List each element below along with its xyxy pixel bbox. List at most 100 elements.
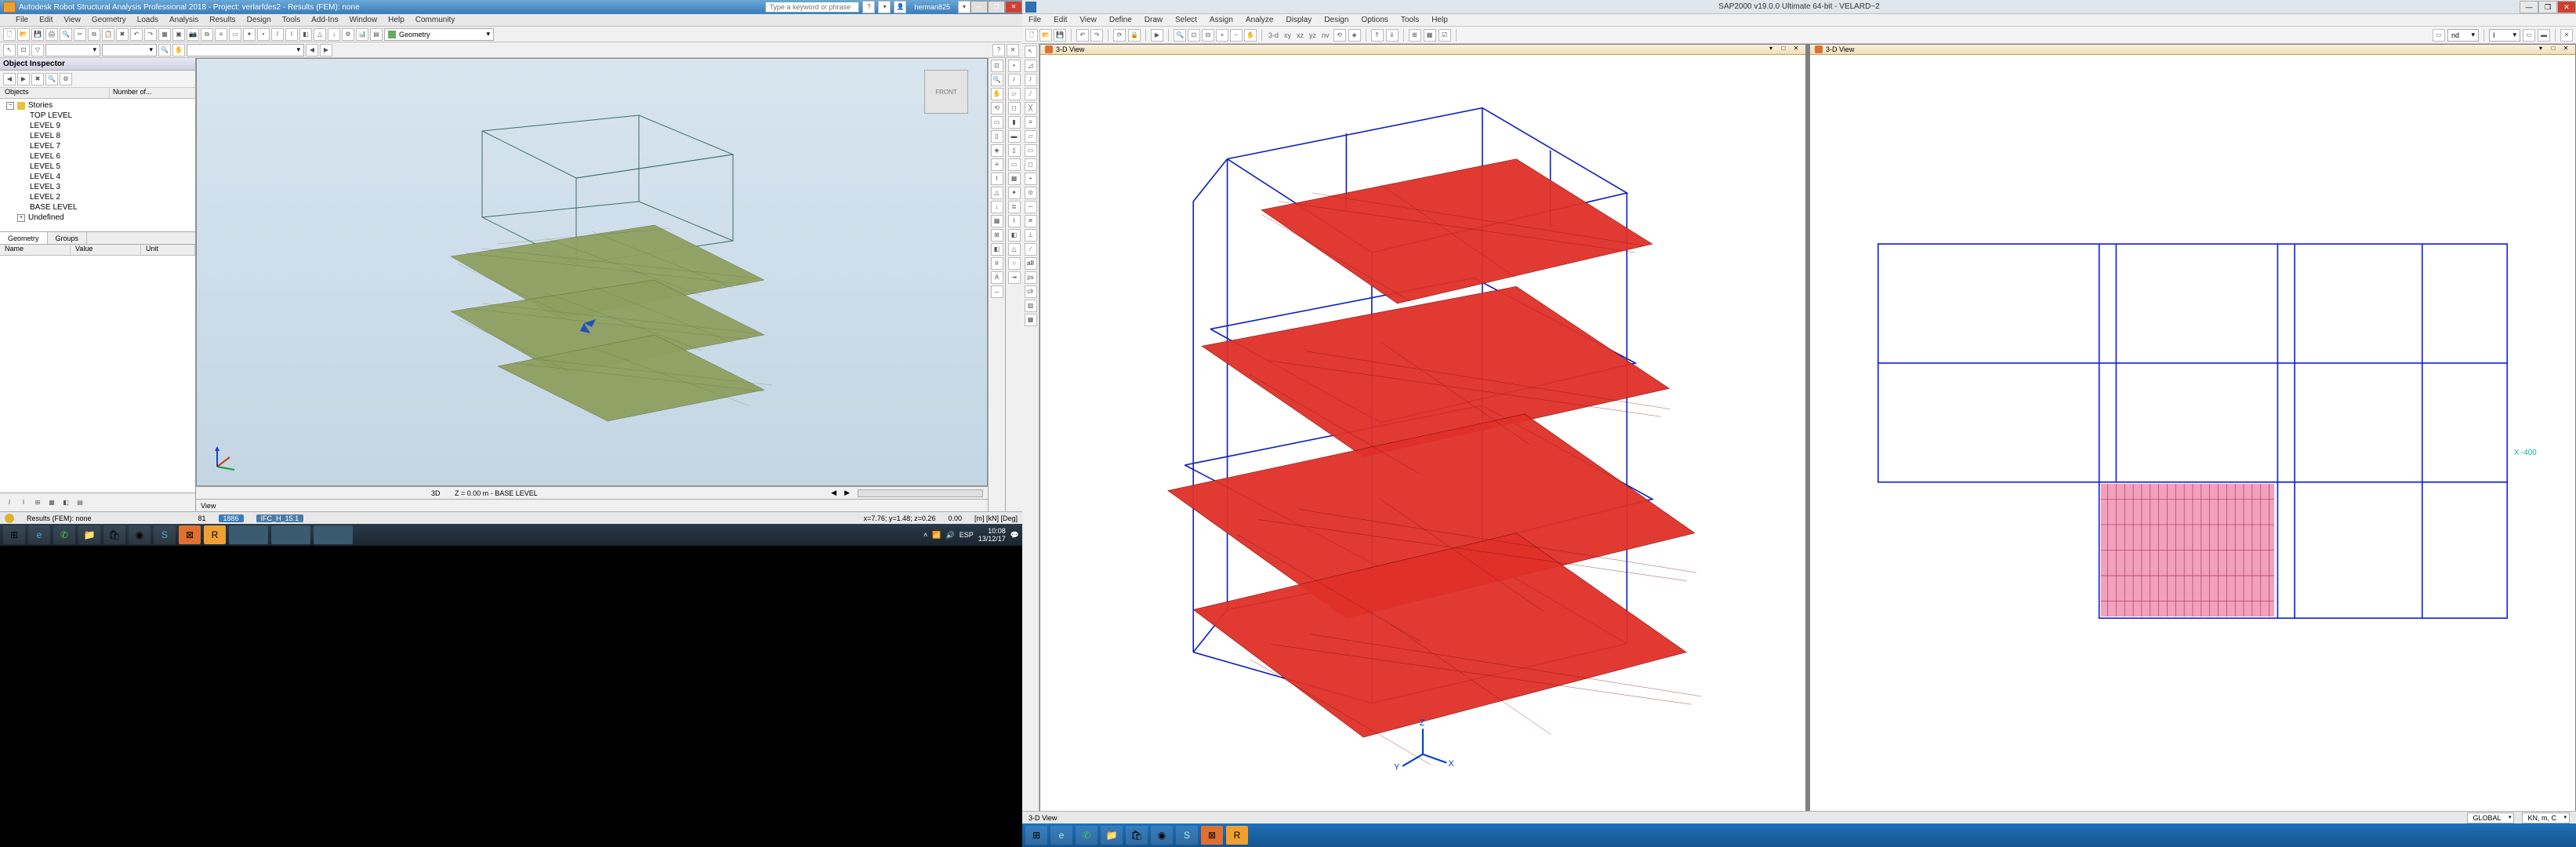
units-combo[interactable]: KN, m, C [2522, 812, 2570, 823]
rt2-node-icon[interactable]: • [1008, 60, 1021, 72]
tb-explorer-icon[interactable]: 📁 [1101, 826, 1123, 845]
search-input[interactable] [765, 2, 859, 13]
cut-icon[interactable]: ✂ [74, 28, 86, 41]
start-icon[interactable]: ⊞ [1025, 826, 1047, 845]
tb-sap-icon[interactable]: ⊠ [179, 525, 201, 544]
help2-icon[interactable]: ? [992, 44, 1005, 56]
named-view-icon[interactable]: ▭ [2433, 29, 2445, 42]
view-scrollbar[interactable] [858, 489, 983, 497]
rt2-material-icon[interactable]: ◧ [1008, 229, 1021, 242]
tray-lang[interactable]: ESP [960, 531, 974, 539]
draw-quick-area-icon[interactable]: ◻ [1025, 158, 1037, 171]
menu-options[interactable]: Options [1361, 16, 1388, 24]
snap-point-icon[interactable]: ⊙ [1025, 187, 1037, 199]
tray-time[interactable]: 10:08 [978, 527, 1006, 535]
paste-icon[interactable]: 📋 [102, 28, 114, 41]
rt-panel-icon[interactable]: ▦ [991, 215, 1003, 227]
named-combo[interactable]: nd▾ [2447, 29, 2479, 42]
rt-mesh-icon[interactable]: ⊞ [991, 229, 1003, 242]
insp-next-icon[interactable]: ▶ [17, 73, 30, 85]
tray-vol-icon[interactable]: 🔊 [946, 531, 955, 540]
menu-help[interactable]: Help [388, 16, 405, 24]
select-icon[interactable]: ▭ [229, 28, 241, 41]
set-elements-icon[interactable]: ▦ [1424, 29, 1436, 42]
calc-icon[interactable]: ≡ [215, 28, 227, 41]
tb-app1[interactable] [229, 525, 268, 544]
insp-t2-icon[interactable]: I [17, 496, 30, 509]
menu-analyze[interactable]: Analyze [1246, 16, 1274, 24]
rt2-axis-icon[interactable]: ✦ [1008, 187, 1021, 199]
rt-text-icon[interactable]: A [991, 271, 1003, 284]
insp-t3-icon[interactable]: ⊞ [31, 496, 44, 509]
tables-icon[interactable]: ▤ [370, 28, 383, 41]
search-help-icon[interactable]: ? [862, 1, 875, 13]
menu-define[interactable]: Define [1109, 16, 1132, 24]
undo-icon[interactable]: ↶ [1076, 29, 1089, 42]
new-icon[interactable]: 🗋 [1025, 29, 1038, 42]
move-down-icon[interactable]: ⇓ [1386, 29, 1399, 42]
draw-quick-frame-icon[interactable]: ⁄ [1025, 88, 1037, 100]
tb-app3[interactable] [314, 525, 353, 544]
rt-layers-icon[interactable]: ≡ [991, 158, 1003, 171]
view-nav-next[interactable]: ▶ [844, 489, 850, 497]
view-nav-icon[interactable]: ▾ [1766, 45, 1776, 54]
rt2-column-icon[interactable]: ▮ [1008, 116, 1021, 129]
perspective-icon[interactable]: ◈ [1348, 29, 1361, 42]
tb-store-icon[interactable]: 🛍 [103, 525, 125, 544]
tb-app2[interactable] [271, 525, 310, 544]
zoom-out-icon[interactable]: − [1230, 29, 1243, 42]
user-name[interactable]: herman825 [914, 3, 950, 11]
rt-zoom-all-icon[interactable]: ⊡ [991, 60, 1003, 72]
rotate3d-icon[interactable]: ⟲ [1333, 29, 1346, 42]
view-3d-button[interactable]: 3-d [1267, 31, 1280, 39]
minimize-button[interactable]: — [971, 1, 988, 13]
tb-chrome-icon[interactable]: ◉ [129, 525, 151, 544]
view-nav-prev[interactable]: ◀ [831, 489, 836, 497]
start-icon[interactable]: ⊞ [3, 525, 25, 544]
close-layout-icon[interactable]: ✕ [1007, 44, 1019, 56]
coord-system-combo[interactable]: GLOBAL [2467, 812, 2514, 823]
rt-number-icon[interactable]: # [991, 257, 1003, 270]
snap-midpoint-icon[interactable]: ─ [1025, 201, 1037, 213]
maximize-button[interactable]: ❐ [988, 1, 1005, 13]
delete-icon[interactable]: ✖ [116, 28, 129, 41]
close-all-icon[interactable]: ✕ [2560, 29, 2573, 42]
open-icon[interactable]: 📂 [17, 28, 30, 41]
view-cube[interactable]: FRONT [924, 70, 968, 114]
tray-net-icon[interactable]: 📶 [932, 531, 941, 540]
zoom-icon[interactable]: 🔍 [158, 44, 171, 56]
tree-item[interactable]: TOP LEVEL [0, 111, 195, 121]
menu-tools[interactable]: Tools [282, 16, 300, 24]
select-prev-icon[interactable]: ps [1025, 271, 1037, 284]
save-icon[interactable]: 💾 [31, 28, 44, 41]
select-intersect-icon[interactable]: ▨ [1025, 300, 1037, 312]
tb-robot-icon[interactable]: R [204, 525, 226, 544]
tb-whatsapp-icon[interactable]: ✆ [1076, 826, 1098, 845]
rt2-bar-icon[interactable]: / [1008, 74, 1021, 86]
rt2-story-icon[interactable]: ≣ [1008, 201, 1021, 213]
rt-zoom-window-icon[interactable]: 🔍 [991, 74, 1003, 86]
menu-geometry[interactable]: Geometry [92, 16, 126, 24]
status-pill-code[interactable]: IFC_H_15:1 [256, 514, 304, 522]
section-combo[interactable]: I▾ [2489, 29, 2520, 42]
tb-skype-icon[interactable]: S [154, 525, 176, 544]
materials-icon[interactable]: ◧ [299, 28, 312, 41]
tree-item[interactable]: LEVEL 8 [0, 131, 195, 141]
menu-edit[interactable]: Edit [1054, 16, 1067, 24]
print-icon[interactable]: 🖨 [45, 28, 58, 41]
search-dropdown-icon[interactable]: ▾ [878, 1, 891, 13]
rt2-opening-icon[interactable]: ◻ [1008, 102, 1021, 115]
sect-2-icon[interactable]: ▬ [2538, 29, 2550, 42]
draw-brace-icon[interactable]: ╳ [1025, 102, 1037, 115]
move-up-icon[interactable]: ⇑ [1371, 29, 1384, 42]
tree-item[interactable]: LEVEL 3 [0, 182, 195, 192]
sel-combo-2[interactable]: ▾ [102, 44, 157, 56]
viewport-plan[interactable]: X -400 [1810, 55, 2575, 811]
snap-intersect-icon[interactable]: ✕ [1025, 215, 1037, 227]
select-all-icon[interactable]: all [1025, 257, 1037, 270]
menu-draw[interactable]: Draw [1145, 16, 1163, 24]
results-icon[interactable]: 📊 [356, 28, 368, 41]
rt2-offset-icon[interactable]: ⇥ [1008, 271, 1021, 284]
rt-view-3d-icon[interactable]: ◈ [991, 144, 1003, 157]
user-dropdown-icon[interactable]: ▾ [958, 1, 971, 13]
